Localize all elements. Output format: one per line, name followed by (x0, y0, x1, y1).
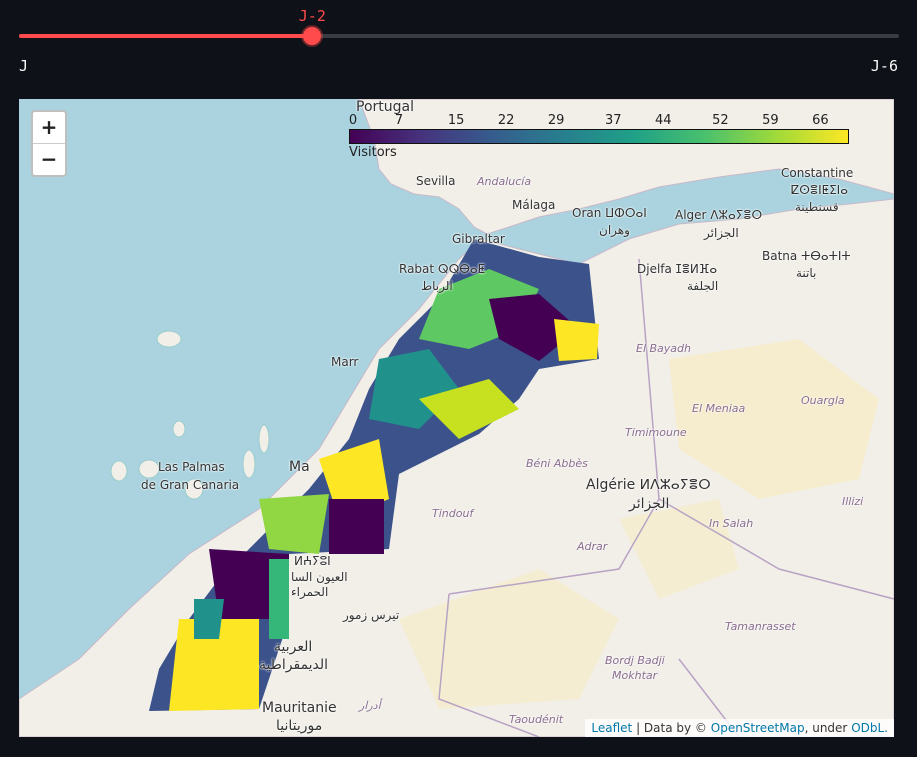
place-djelfa-ar: الجلفة (687, 279, 719, 293)
zoom-in-button[interactable]: + (33, 112, 65, 143)
place-adrar: Adrar (577, 540, 608, 553)
slider-min-label: J (19, 57, 29, 75)
place-djelfa: Djelfa ⵊⴻⵍⴼⴰ (637, 262, 718, 276)
legend-colorbar (349, 129, 849, 144)
place-constantine-ar: قسنطينة (795, 200, 839, 214)
osm-link[interactable]: OpenStreetMap (711, 721, 805, 735)
place-arabia: العربية (274, 639, 313, 655)
legend-ticks: 0 7 15 22 29 37 44 52 59 66 (349, 113, 849, 129)
place-sevilla: Sevilla (416, 174, 456, 188)
place-andalucia: Andalucía (477, 175, 532, 188)
leaflet-link[interactable]: Leaflet (591, 721, 632, 735)
license-link[interactable]: ODbL. (851, 721, 888, 735)
slider-max-label: J-6 (870, 57, 898, 75)
place-alger: Alger ⴷⵣⴰⵢⴻⵔ (675, 208, 763, 222)
legend-tick: 7 (394, 113, 404, 128)
zoom-control: + − (31, 110, 67, 177)
legend-tick: 29 (547, 113, 565, 128)
slider-fill (19, 34, 313, 38)
place-beni-abbes: Béni Abbès (526, 457, 588, 470)
slider-track[interactable] (19, 34, 899, 38)
place-dimoqratia: الديمقراطية (259, 657, 329, 673)
basemap (19, 99, 894, 737)
map-container[interactable]: Portugal Sevilla Andalucía Málaga Gibral… (19, 99, 894, 737)
place-malaga: Málaga (512, 198, 556, 212)
place-ouargla: Ouargla (801, 394, 845, 407)
legend-tick: 37 (605, 113, 622, 128)
place-tiris: تيرس زمور (343, 608, 400, 622)
legend-tick: 15 (447, 113, 465, 128)
color-legend: 0 7 15 22 29 37 44 52 59 66 Visitors (349, 113, 849, 160)
place-algerie-ar: الجزائر (629, 496, 670, 512)
place-constantine: Constantine (781, 166, 854, 180)
legend-tick: 22 (497, 113, 515, 128)
place-gibraltar: Gibraltar (452, 232, 505, 246)
legend-tick: 44 (655, 113, 672, 128)
map-attribution: Leaflet | Data by © OpenStreetMap, under… (585, 719, 894, 737)
place-ma: Ma (289, 459, 310, 475)
place-oran: Oran ⵡⵀⵔⴰⵏ (572, 206, 647, 220)
place-mauritanie-ar: موريتانيا (276, 718, 323, 734)
place-taoudenit: Taoudénit (509, 713, 564, 726)
legend-tick: 66 (812, 113, 829, 128)
place-timimoune: Timimoune (625, 426, 687, 439)
place-oran-ar: وهران (599, 223, 630, 237)
place-adrar-ar: أدرار (359, 699, 381, 712)
place-in-salah: In Salah (709, 517, 754, 530)
place-rabat: Rabat ⵕⵕⴱⴰⵟ (399, 262, 486, 276)
legend-tick: 59 (762, 113, 779, 128)
attribution-sep: | Data by © (632, 721, 711, 735)
slider-thumb[interactable] (303, 27, 322, 45)
place-rabat-ar: الرباط (421, 279, 453, 293)
place-constantine-ber: ⵇⵙⴻⵏⵟⵉⵏⴰ (791, 183, 848, 197)
place-el-meniaa: El Meniaa (692, 402, 746, 415)
place-mokhtar: Mokhtar (612, 669, 658, 682)
place-illizi: Illizi (842, 495, 864, 508)
place-batna-ar: باتنة (796, 266, 817, 280)
attribution-under: , under (804, 721, 852, 735)
place-marr: Marr (331, 355, 359, 369)
day-slider[interactable]: J-2 J J-6 (0, 0, 917, 90)
place-batna: Batna ⵜⴱⴰⵜⵏⵜ (762, 249, 851, 263)
place-alger-ar: الجزائر (704, 226, 739, 240)
place-tindouf: Tindouf (432, 507, 474, 520)
place-las-palmas: Las Palmas (158, 460, 225, 474)
place-el-bayadh: El Bayadh (636, 342, 691, 355)
place-hamra: الحمراء (291, 585, 329, 599)
zoom-out-button[interactable]: − (33, 143, 65, 175)
slider-current-value: J-2 (298, 7, 326, 25)
legend-tick: 52 (712, 113, 729, 128)
place-laayoune: ⵍⵄⵢⵓⵏ (294, 554, 331, 568)
place-tamanrasset: Tamanrasset (725, 620, 796, 633)
legend-tick: 0 (348, 113, 358, 128)
place-mauritanie: Mauritanie (262, 700, 337, 716)
legend-caption: Visitors (349, 145, 397, 160)
place-gran-canaria: de Gran Canaria (141, 478, 240, 492)
place-bordj: Bordj Badji (605, 654, 665, 667)
place-laayoune-ar: العيون السا (291, 570, 348, 584)
place-algerie: Algérie ⵍⴷⵣⴰⵢⴻⵔ (586, 477, 711, 493)
